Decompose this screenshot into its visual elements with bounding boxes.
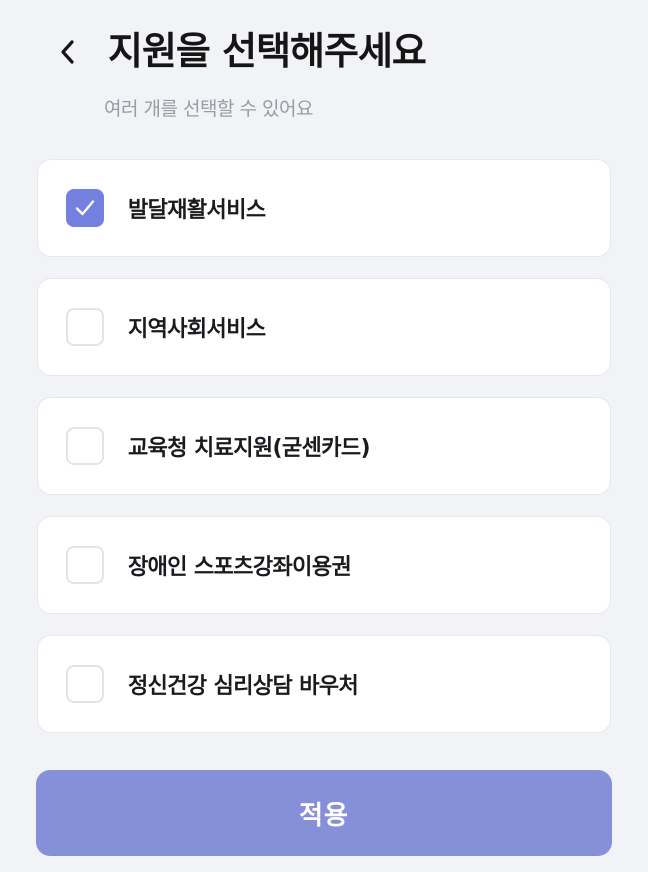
option-checkbox[interactable] bbox=[66, 665, 104, 703]
header: 지원을 선택해주세요 여러 개를 선택할 수 있어요 bbox=[0, 0, 648, 140]
checkmark-icon bbox=[75, 200, 95, 216]
page-title: 지원을 선택해주세요 bbox=[108, 29, 427, 73]
option-card-mental-health-voucher[interactable]: 정신건강 심리상담 바우처 bbox=[37, 635, 611, 733]
option-card-community-service[interactable]: 지역사회서비스 bbox=[37, 278, 611, 376]
option-card-sports-voucher[interactable]: 장애인 스포츠강좌이용권 bbox=[37, 516, 611, 614]
option-card-developmental-rehab[interactable]: 발달재활서비스 bbox=[37, 159, 611, 257]
option-checkbox[interactable] bbox=[66, 308, 104, 346]
option-label: 지역사회서비스 bbox=[128, 317, 266, 342]
back-button[interactable] bbox=[48, 30, 88, 74]
option-label: 교육청 치료지원(굳센카드) bbox=[128, 436, 371, 461]
page-subtitle: 여러 개를 선택할 수 있어요 bbox=[104, 98, 313, 120]
option-label: 장애인 스포츠강좌이용권 bbox=[128, 555, 352, 580]
option-label: 발달재활서비스 bbox=[128, 198, 266, 223]
option-checkbox[interactable] bbox=[66, 189, 104, 227]
option-card-education-therapy[interactable]: 교육청 치료지원(굳센카드) bbox=[37, 397, 611, 495]
support-option-list: 발달재활서비스 지역사회서비스 교육청 치료지원(굳센카드) 장애인 스포츠강좌… bbox=[37, 159, 611, 754]
chevron-left-icon bbox=[61, 40, 74, 64]
option-label: 정신건강 심리상담 바우처 bbox=[128, 674, 359, 699]
option-checkbox[interactable] bbox=[66, 427, 104, 465]
apply-button[interactable]: 적용 bbox=[36, 770, 612, 856]
option-checkbox[interactable] bbox=[66, 546, 104, 584]
